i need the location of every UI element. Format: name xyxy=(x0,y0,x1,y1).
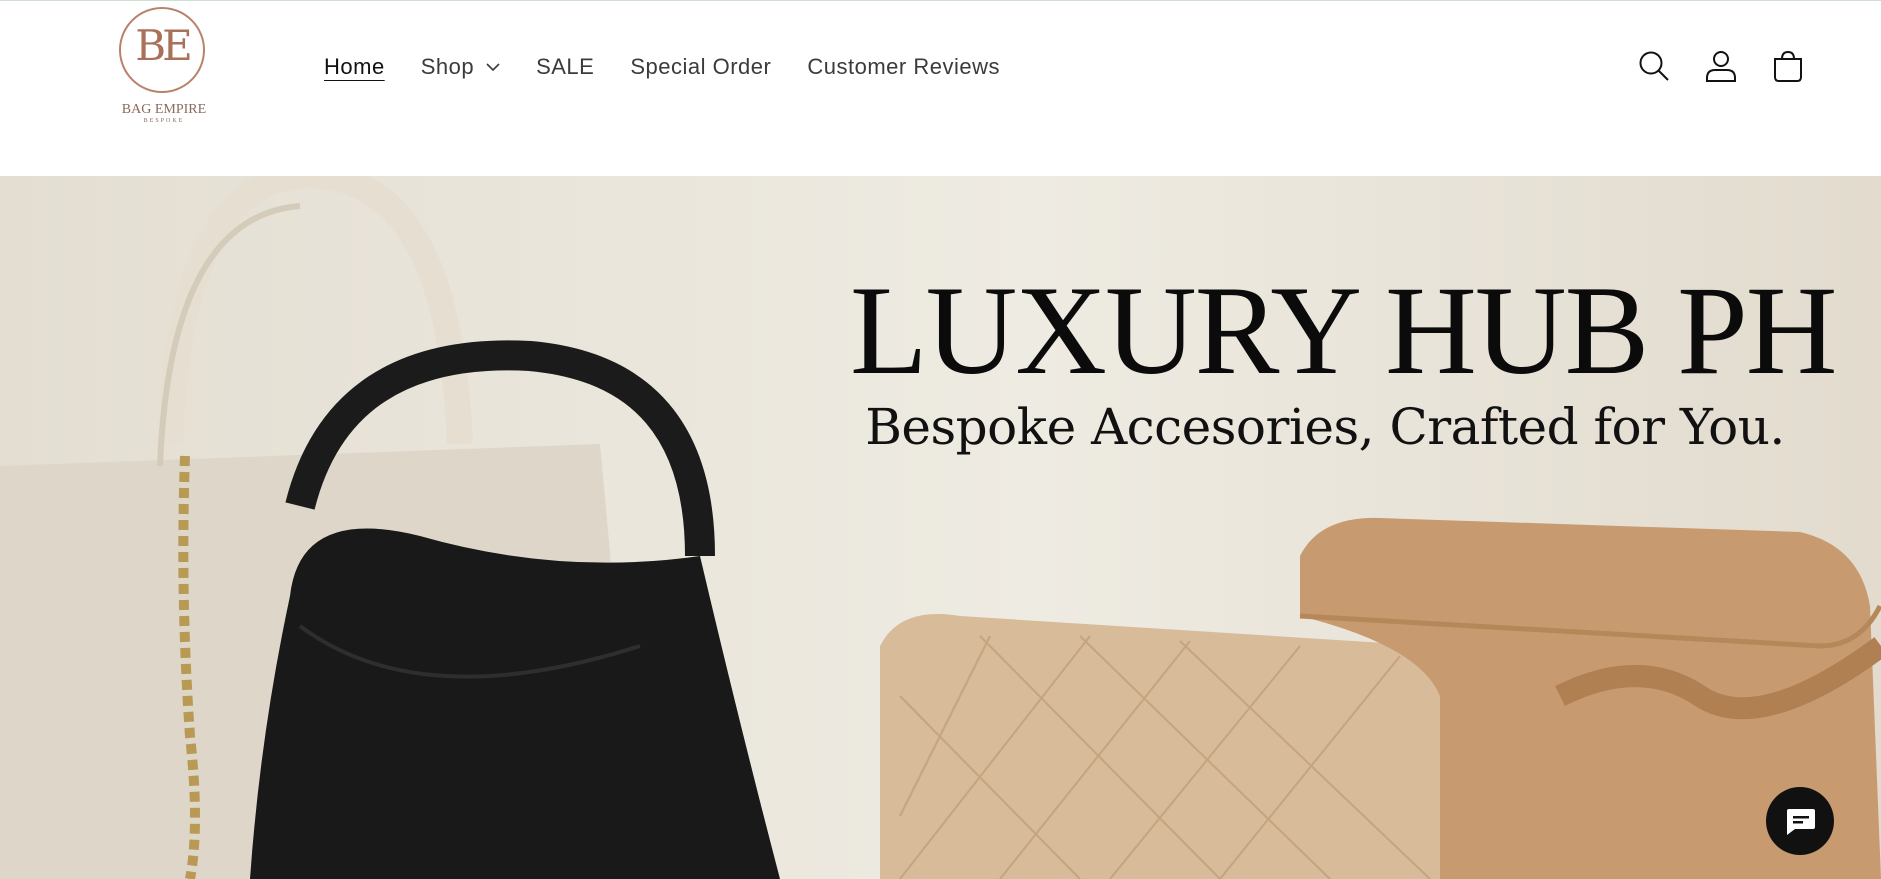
nav-shop[interactable]: Shop xyxy=(421,54,500,80)
chevron-down-icon xyxy=(486,63,500,72)
cart-button[interactable] xyxy=(1769,47,1807,85)
main-nav: Home Shop SALE Special Order Customer Re… xyxy=(306,49,1018,85)
site-header: BE BAG EMPIRE BESPOKE Home Shop SALE Spe… xyxy=(0,1,1881,176)
cart-icon xyxy=(1774,50,1802,82)
hero-subtitle: Bespoke Accesories, Crafted for You. xyxy=(865,398,1785,456)
nav-customer-reviews-label: Customer Reviews xyxy=(807,54,1000,79)
nav-home-label: Home xyxy=(324,54,385,79)
hero-title: LUXURY HUB PH xyxy=(850,261,1837,401)
logo-mark: BE xyxy=(135,21,193,70)
nav-sale-label: SALE xyxy=(536,54,595,79)
logo-name: BAG EMPIRE xyxy=(121,102,207,117)
account-button[interactable] xyxy=(1702,47,1740,85)
chat-widget-button[interactable] xyxy=(1766,787,1834,855)
search-icon xyxy=(1639,51,1669,81)
hero-banner: LUXURY HUB PH Bespoke Accesories, Crafte… xyxy=(0,176,1881,879)
nav-sale[interactable]: SALE xyxy=(536,54,594,80)
account-icon xyxy=(1706,51,1736,82)
nav-home[interactable]: Home xyxy=(324,54,385,80)
search-button[interactable] xyxy=(1635,47,1673,85)
chat-icon xyxy=(1787,809,1815,835)
nav-special-order-label: Special Order xyxy=(630,54,772,79)
nav-customer-reviews[interactable]: Customer Reviews xyxy=(807,54,1000,80)
header-icons xyxy=(1606,47,1807,85)
brand-logo[interactable]: BE BAG EMPIRE BESPOKE xyxy=(114,7,214,127)
nav-shop-label: Shop xyxy=(420,54,475,79)
logo-tagline: BESPOKE xyxy=(143,118,185,124)
nav-special-order[interactable]: Special Order xyxy=(630,54,771,80)
